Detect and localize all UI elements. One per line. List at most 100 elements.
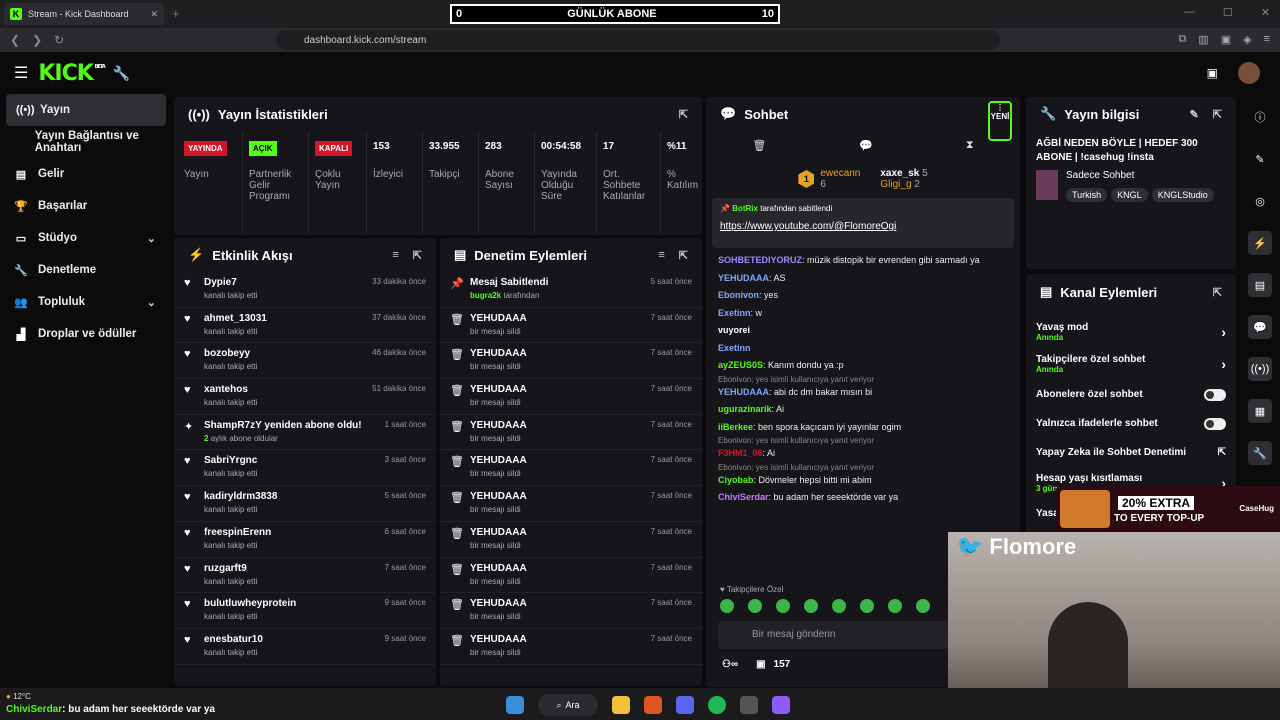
list-item[interactable]: 🗑 YEHUDAAA bir mesajı sildi 7 saat önce [440,343,702,380]
extensions-icon[interactable]: ⧉ [1178,33,1186,46]
filter-icon[interactable]: ≡ [658,249,664,262]
list-item[interactable]: 🗑 YEHUDAAA bir mesajı sildi 7 saat önce [440,522,702,558]
pencil-icon[interactable]: ✎ [1248,147,1272,171]
popout-icon[interactable]: ⇱ [679,249,688,262]
trash-icon[interactable]: 🗑 [752,139,766,152]
chat-message[interactable]: Exetinn: w [706,305,1020,323]
minimize-icon[interactable]: — [1184,6,1195,19]
menu-icon[interactable]: ≡ [1264,33,1270,46]
emote-icon[interactable] [804,599,818,613]
pinned-link[interactable]: https://www.youtube.com/@FlomoreOgi [720,221,1006,232]
emote-icon[interactable] [888,599,902,613]
sidebar-icon[interactable]: ▥ [1198,33,1208,46]
list-item[interactable]: ♥ ahmet_13031 kanalı takip etti 37 dakika ö… [174,308,436,344]
channel-action[interactable]: Takipçilere özel sohbet Anında › [1026,348,1236,380]
chat-username[interactable]: vuyorei [718,325,750,335]
channel-action[interactable]: Yalnızca ifadelerle sohbet [1026,409,1236,438]
reload-icon[interactable]: ↻ [54,33,64,47]
discord-icon[interactable] [676,696,694,714]
sidebar-item-topluluk[interactable]: 👥 Topluluk ⌄ [0,286,172,318]
wallet-icon[interactable]: ▣ [1221,33,1231,46]
emote-icon[interactable] [916,599,930,613]
back-icon[interactable]: ❮ [10,33,20,47]
chat-username[interactable]: F3HM1_06 [718,448,763,458]
list-item[interactable]: 🗑 YEHUDAAA bir mesajı sildi 7 saat önce [440,379,702,415]
list-item[interactable]: 🗑 YEHUDAAA bir mesajı sildi 7 saat önce [440,450,702,487]
popout-icon[interactable]: ⇱ [413,249,422,262]
hourglass-icon[interactable]: ⧗ [966,139,974,152]
emote-icon[interactable] [832,599,846,613]
chat-username[interactable]: SOHBETEDIYORUZ [718,255,802,265]
list-item[interactable]: ♥ enesbatur10 kanalı takip etti 9 saat önce [174,629,436,665]
brave-icon[interactable] [644,696,662,714]
kick-logo[interactable]: KICK BETA [38,61,105,86]
list-item[interactable]: 🗑 YEHUDAAA bir mesajı sildi 7 saat önce [440,486,702,522]
chat-message[interactable]: ugurazinarik: Ai [706,401,1020,419]
chat-message[interactable]: SOHBETEDIYORUZ: müzik distopik bir evren… [706,252,1020,270]
gifter-xaxe[interactable]: xaxe_sk 5 [880,168,927,179]
chat-icon[interactable]: 💬 [1248,315,1272,339]
weather-widget[interactable]: ● 12°C [6,692,31,701]
chat-username[interactable]: ChiviSerdar [718,492,769,502]
filter-icon[interactable]: ≡ [392,249,398,262]
list-item[interactable]: 🗑 YEHUDAAA bir mesajı sildi 7 saat önce [440,593,702,629]
taskbar-search[interactable]: ⌕ Ara [538,694,598,716]
chat-message[interactable]: Ciyobab: Dövmeler hepsi bitti mi abim [706,472,1020,490]
camera-icon[interactable]: ◎ [1248,189,1272,213]
start-icon[interactable] [506,696,524,714]
channel-action[interactable]: Yapay Zeka ile Sohbet Denetimi ⇱ [1026,438,1236,467]
chat-message[interactable]: YEHUDAAA: AS [706,270,1020,288]
document-icon[interactable]: ▤ [1248,273,1272,297]
list-item[interactable]: 🗑 YEHUDAAA bir mesajı sildi 7 saat önce [440,629,702,665]
sidebar-item-droplar[interactable]: ▟ Droplar ve ödüller [0,318,172,350]
stack-icon[interactable]: ▦ [1248,399,1272,423]
gifter-gligi[interactable]: Gligi_g 2 [880,179,927,190]
obs-icon[interactable] [772,696,790,714]
chat-message[interactable]: ayZEUS0S: Kanım dondu ya :p [706,357,1020,375]
chat-bubble-icon[interactable]: 💬 [859,139,873,152]
emote-icon[interactable] [860,599,874,613]
channel-action[interactable]: Abonelere özel sohbet [1026,380,1236,409]
chat-username[interactable]: iiBerkee [718,422,753,432]
chat-username[interactable]: Exetinn [718,308,751,318]
browser-tab[interactable]: K Stream - Kick Dashboard ✕ [4,3,164,25]
tag[interactable]: KNGL [1111,188,1148,202]
sidebar-item-basarilar[interactable]: 🏆 Başarılar [0,190,172,222]
steam-icon[interactable] [740,696,758,714]
chat-menu-button[interactable]: ⋮ YENİ [988,101,1012,141]
list-item[interactable]: ♥ Dypie7 kanalı takip etti 33 dakika önce [174,272,436,308]
chat-message[interactable]: iiBerkee: ben spora kaçıcam iyi yayınlar… [706,419,1020,437]
list-item[interactable]: ✦ ShampR7zY yeniden abone oldu! 2 aylık ab… [174,415,436,451]
toggle-switch[interactable] [1204,417,1226,430]
broadcast-icon[interactable]: ((•)) [1248,357,1272,381]
chat-message[interactable]: YEHUDAAA: abi dc dm bakar mısın bi [706,384,1020,402]
list-item[interactable]: ♥ ruzgarft9 kanalı takip etti 7 saat önce [174,558,436,594]
close-tab-icon[interactable]: ✕ [150,9,158,20]
chat-username[interactable]: Ciyobab [718,475,754,485]
close-window-icon[interactable]: ✕ [1261,6,1270,19]
list-item[interactable]: 📌 Mesaj Sabitlendi bugra2k tarafından 5 saa… [440,272,702,308]
popout-icon[interactable]: ⇱ [679,108,688,121]
chat-message[interactable]: Ebonivon: yes [706,287,1020,305]
vpn-icon[interactable]: ◈ [1243,33,1251,46]
sidebar-item-denetleme[interactable]: 🔧 Denetleme [0,254,172,286]
chat-message[interactable]: vuyorei [706,322,1020,340]
list-item[interactable]: ♥ SabriYrgnc kanalı takip etti 3 saat önce [174,450,436,487]
toggle-switch[interactable] [1204,388,1226,401]
chat-username[interactable]: Exetinn [718,343,751,353]
spotify-icon[interactable] [708,696,726,714]
hamburger-icon[interactable]: ☰ [14,63,28,83]
emote-icon[interactable] [776,599,790,613]
chat-username[interactable]: Ebonivon [718,290,759,300]
inbox-icon[interactable]: ▣ [1207,66,1218,80]
chat-username[interactable]: YEHUDAAA [718,273,769,283]
list-item[interactable]: ♥ xantehos kanalı takip etti 51 dakika önce [174,379,436,415]
avatar[interactable] [1238,62,1260,84]
list-item[interactable]: 🗑 YEHUDAAA bir mesajı sildi 7 saat önce [440,415,702,451]
bolt-icon[interactable]: ⚡ [1248,231,1272,255]
emote-icon[interactable] [720,599,734,613]
maximize-icon[interactable]: ☐ [1223,6,1233,19]
list-item[interactable]: 🗑 YEHUDAAA bir mesajı sildi 7 saat önce [440,558,702,594]
tag[interactable]: KNGLStudio [1151,188,1214,202]
sidebar-item-gelir[interactable]: ▤ Gelir [0,158,172,190]
